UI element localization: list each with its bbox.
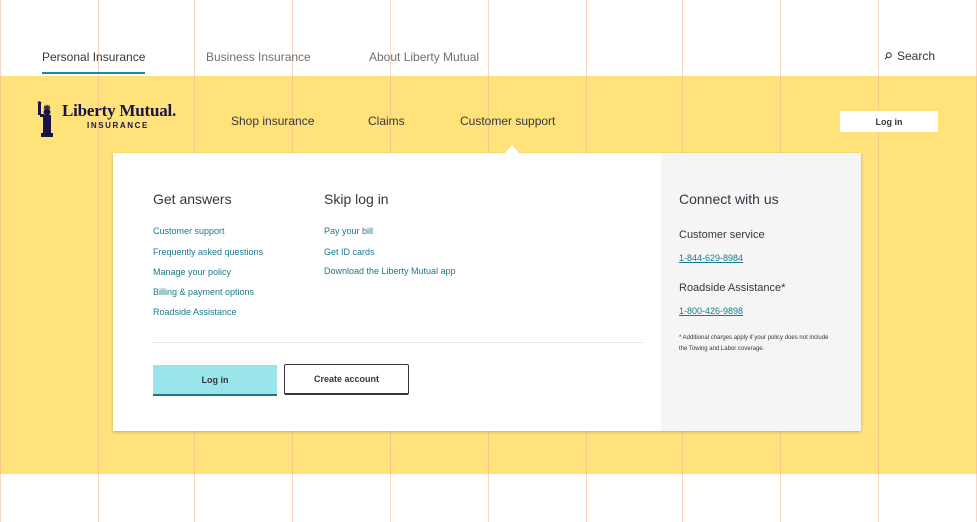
dropdown-divider [153,342,643,343]
search-button[interactable]: Search [884,49,935,63]
tab-personal-insurance[interactable]: Personal Insurance [42,50,146,74]
customer-support-dropdown: Get answers Customer support Frequently … [113,153,861,431]
connect-heading: Connect with us [679,191,779,207]
dropdown-caret [505,145,519,153]
get-answers-heading: Get answers [153,191,232,207]
roadside-phone-link[interactable]: 1-800-426-9898 [679,306,743,316]
statue-of-liberty-icon [37,101,53,137]
nav-customer-support[interactable]: Customer support [460,114,555,128]
link-get-id-cards[interactable]: Get ID cards [324,247,375,257]
dropdown-login-button[interactable]: Log in [153,365,277,396]
customer-service-label: Customer service [679,229,765,241]
header-login-button[interactable]: Log in [840,111,938,132]
link-roadside-assistance[interactable]: Roadside Assistance [153,307,237,317]
link-pay-bill[interactable]: Pay your bill [324,226,373,236]
roadside-assistance-label: Roadside Assistance* [679,282,786,294]
link-faq[interactable]: Frequently asked questions [153,247,263,257]
nav-shop-insurance[interactable]: Shop insurance [231,114,314,128]
roadside-fine-print: * Additional charges apply if your polic… [679,335,829,352]
link-billing-payment[interactable]: Billing & payment options [153,287,254,297]
tab-business-insurance[interactable]: Business Insurance [206,50,311,72]
nav-claims[interactable]: Claims [368,114,405,128]
logo-name: Liberty Mutual. [62,101,177,120]
skip-login-heading: Skip log in [324,191,389,207]
liberty-mutual-logo[interactable]: Liberty Mutual. INSURANCE [36,101,178,141]
search-icon [884,52,892,60]
create-account-button[interactable]: Create account [284,364,409,395]
logo-subtitle: INSURANCE [87,121,149,130]
connect-panel: Connect with us Customer service 1-844-6… [661,153,861,431]
tab-about-liberty-mutual[interactable]: About Liberty Mutual [369,50,479,72]
link-manage-policy[interactable]: Manage your policy [153,267,231,277]
search-label: Search [896,49,935,63]
top-utility-nav: Personal Insurance Business Insurance Ab… [0,0,977,76]
customer-service-phone-link[interactable]: 1-844-629-8984 [679,253,743,263]
link-download-app[interactable]: Download the Liberty Mutual app [324,266,456,276]
link-customer-support[interactable]: Customer support [153,226,225,236]
